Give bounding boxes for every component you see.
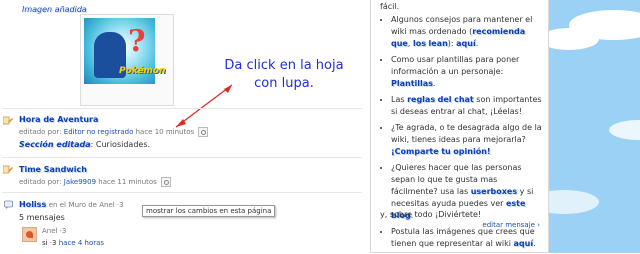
history-diff-icon[interactable] (198, 127, 209, 137)
section-edited-link[interactable]: Sección editada (19, 140, 91, 149)
reply-time[interactable]: hace 4 horas (59, 239, 104, 247)
entry-1-user[interactable]: Editor no registrado (64, 128, 134, 136)
history-diff-icon[interactable] (161, 177, 172, 187)
tips-link[interactable]: aquí (456, 39, 476, 48)
chat-rules-link[interactable]: chat (454, 95, 474, 104)
entry-1-meta: editado por: Editor no registrado hace 1… (19, 127, 209, 137)
entry-1-title-row: Hora de Aventura (19, 115, 98, 124)
reply-row: si ·3 hace 4 horas (42, 239, 105, 247)
edit-message-link[interactable]: editar mensaje › (482, 221, 540, 229)
entry-2-title-row: Time Sandwich (19, 165, 87, 174)
thread-title-row: Holiss en el Muro de Anel ·3 (19, 200, 124, 209)
entry-2-user[interactable]: Jake9909 (64, 178, 96, 186)
welcome-sidebar: fácil. Algunos consejos para mantener el… (370, 0, 549, 253)
thread-title[interactable]: Holiss (19, 200, 46, 209)
thread-count: 5 mensajes (19, 213, 65, 222)
list-item: Algunos consejos para mantener el wiki m… (391, 14, 545, 50)
activity-feed: Imagen añadida ? Pokémon Da click en la … (0, 0, 362, 253)
entry-1-title[interactable]: Hora de Aventura (19, 115, 98, 124)
divider (2, 192, 362, 193)
share-opinion-link[interactable]: opinión! (453, 147, 490, 156)
templates-link[interactable]: Plantillas (391, 79, 433, 88)
closing-text: y, sobre todo ¡Diviértete! (380, 210, 482, 219)
avatar[interactable] (22, 227, 37, 242)
cloud-shape (609, 120, 640, 140)
divider (2, 157, 362, 158)
userboxes-link[interactable]: userboxes (471, 187, 517, 196)
thread-icon (4, 200, 13, 209)
edit-page-icon (3, 116, 13, 125)
entry-2-title[interactable]: Time Sandwich (19, 165, 87, 174)
images-link[interactable]: aquí (514, 239, 534, 248)
list-item: Como usar plantillas para poner informac… (391, 54, 545, 90)
wall-link[interactable]: Muro de Anel ·3 (69, 201, 124, 209)
cloud-shape (549, 190, 599, 214)
list-item: Postula las imágenes que crees que tiene… (391, 226, 545, 250)
cloud-shape (549, 28, 599, 50)
edit-page-icon (3, 165, 13, 174)
background-sky (549, 0, 640, 253)
history-tooltip: mostrar los cambios en esta página (142, 205, 276, 217)
entry-1-summary: Sección editada: Curiosidades. (19, 140, 151, 149)
list-item: Las reglas del chat son importantes si d… (391, 94, 545, 118)
intro-tail: fácil. (380, 2, 400, 11)
list-item: ¿Te agrada, o te desagrada algo de la wi… (391, 122, 545, 158)
entry-2-meta: editado por: Jake9909 hace 11 minutos (19, 177, 172, 187)
reply-user[interactable]: Anel ·3 (42, 227, 66, 235)
divider (2, 108, 362, 109)
